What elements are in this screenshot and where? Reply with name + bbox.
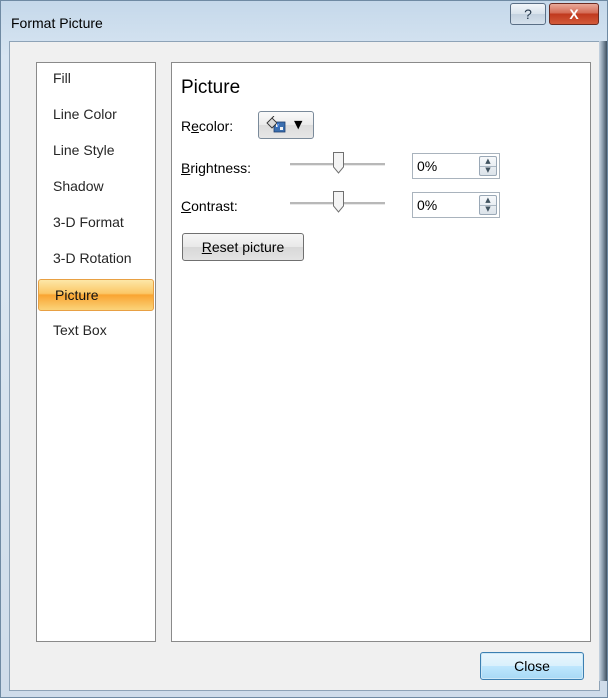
- category-item-line-style[interactable]: Line Style: [37, 135, 155, 165]
- contrast-slider[interactable]: [290, 190, 385, 216]
- brightness-spinbox[interactable]: 0% ▲ ▼: [412, 153, 500, 179]
- category-item-text-box[interactable]: Text Box: [37, 315, 155, 345]
- contrast-spin-buttons[interactable]: ▲ ▼: [479, 195, 497, 215]
- category-item-picture[interactable]: Picture: [38, 279, 154, 311]
- category-item-3d-rotation[interactable]: 3-D Rotation: [37, 243, 155, 273]
- brightness-value[interactable]: 0%: [417, 158, 437, 174]
- recolor-button[interactable]: ▼: [258, 111, 314, 139]
- brightness-slider-thumb[interactable]: [333, 152, 344, 174]
- brightness-label: Brightness:: [181, 160, 252, 176]
- spin-down-icon[interactable]: ▼: [480, 205, 496, 214]
- panel-title: Picture: [181, 77, 241, 98]
- category-item-line-color[interactable]: Line Color: [37, 99, 155, 129]
- dialog-client-area: Fill Line Color Line Style Shadow 3-D Fo…: [9, 41, 600, 691]
- title-bar: Format Picture ? X: [1, 1, 607, 41]
- category-item-3d-format[interactable]: 3-D Format: [37, 207, 155, 237]
- chevron-down-icon: ▼: [294, 118, 303, 131]
- category-list: Fill Line Color Line Style Shadow 3-D Fo…: [36, 62, 156, 642]
- recolor-label: Recolor:: [181, 118, 234, 134]
- contrast-value[interactable]: 0%: [417, 197, 437, 213]
- brightness-slider[interactable]: [290, 151, 385, 177]
- window-title: Format Picture: [11, 15, 103, 31]
- reset-picture-button[interactable]: Reset picture: [182, 233, 304, 261]
- title-close-button[interactable]: X: [549, 3, 599, 25]
- recolor-paint-bucket-icon: [265, 115, 287, 134]
- format-picture-dialog: Format Picture ? X Fill Line Color Line …: [0, 0, 608, 698]
- contrast-label: Contrast:: [181, 198, 238, 214]
- brightness-spin-buttons[interactable]: ▲ ▼: [479, 156, 497, 176]
- spin-down-icon[interactable]: ▼: [480, 166, 496, 175]
- picture-settings-panel: Picture Recolor: ▼ Brightness: 0% ▲ ▼ Co…: [171, 62, 591, 642]
- close-icon: X: [569, 6, 579, 22]
- category-item-shadow[interactable]: Shadow: [37, 171, 155, 201]
- help-icon: ?: [524, 6, 532, 22]
- contrast-slider-thumb[interactable]: [333, 191, 344, 213]
- contrast-spinbox[interactable]: 0% ▲ ▼: [412, 192, 500, 218]
- category-item-fill[interactable]: Fill: [37, 63, 155, 93]
- close-button[interactable]: Close: [480, 652, 584, 680]
- help-button[interactable]: ?: [510, 3, 546, 25]
